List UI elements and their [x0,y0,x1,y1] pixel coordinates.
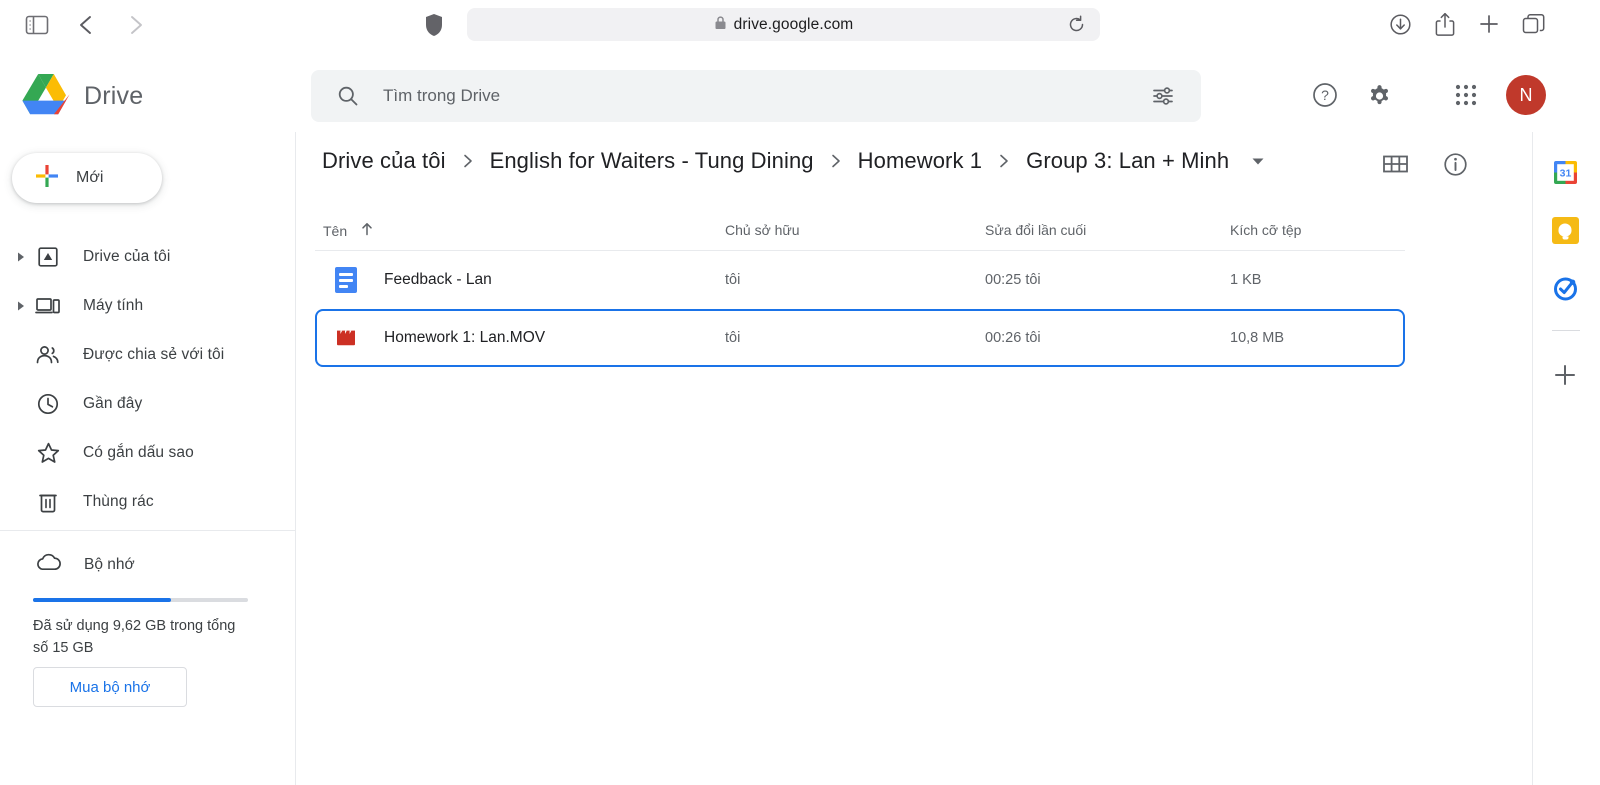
browser-toolbar: drive.google.com [0,0,1600,50]
column-header-modified[interactable]: Sửa đổi lần cuối [985,222,1086,238]
plus-multicolor-icon [34,163,60,194]
breadcrumb-item-course[interactable]: English for Waiters - Tung Dining [490,148,814,174]
file-modified: 00:25 tôi [985,272,1041,288]
storage-section-header[interactable]: Bộ nhớ [35,552,135,577]
google-tasks-icon[interactable] [1550,273,1580,303]
lock-icon [714,15,727,35]
help-icon[interactable]: ? [1310,80,1340,110]
forward-button[interactable] [122,11,148,39]
breadcrumb-item-root[interactable]: Drive của tôi [322,148,446,174]
sidebar-border [295,132,296,785]
google-keep-icon[interactable] [1550,215,1580,245]
google-calendar-icon[interactable]: 31 [1550,157,1580,187]
url-text: drive.google.com [733,15,854,33]
search-bar[interactable] [311,70,1403,122]
avatar[interactable]: N [1506,75,1546,115]
chevron-right-icon [998,153,1010,169]
tune-icon[interactable] [1151,84,1175,108]
new-button-label: Mới [76,169,104,186]
table-row[interactable]: Homework 1: Lan.MOV tôi 00:26 tôi 10,8 M… [315,309,1405,367]
add-app-icon[interactable] [1550,360,1580,390]
sidebar-item-starred[interactable]: Có gắn dấu sao [0,428,295,477]
computers-icon [35,293,61,319]
side-panel-divider [1552,330,1580,331]
sidebar: Mới Drive của tôi Máy tính Được chia sẻ … [0,132,295,785]
storage-usage-text: Đã sử dụng 9,62 GB trong tổng số 15 GB [33,618,236,656]
google-docs-icon [333,251,359,309]
sidebar-item-trash[interactable]: Thùng rác [0,477,295,526]
new-button[interactable]: Mới [12,153,162,203]
app-name: Drive [84,82,144,110]
side-panel-border [1532,132,1533,785]
breadcrumb-item-current[interactable]: Group 3: Lan + Minh [1026,148,1229,174]
sidebar-item-label: Được chia sẻ với tôi [83,345,225,363]
expand-arrow-icon[interactable] [14,250,28,264]
table-row[interactable]: Feedback - Lan tôi 00:25 tôi 1 KB [315,251,1405,309]
trash-icon [35,489,61,515]
apps-grid-icon[interactable] [1452,81,1480,109]
sidebar-item-label: Máy tính [83,296,144,314]
clock-icon [35,391,61,417]
back-button[interactable] [74,11,100,39]
shared-icon [35,342,61,368]
svg-text:?: ? [1321,87,1329,103]
chevron-right-icon [830,153,842,169]
search-icon [337,85,359,107]
file-list-header: Tên Chủ sở hữu Sửa đổi lần cuối Kích cỡ … [315,211,1405,251]
expand-arrow-icon[interactable] [14,299,28,313]
sidebar-item-computers[interactable]: Máy tính [0,281,295,330]
sidebar-item-label: Thùng rác [83,492,154,510]
file-owner: tôi [725,272,741,288]
cloud-icon [35,552,62,577]
storage-progress-fill [33,598,171,602]
file-name: Homework 1: Lan.MOV [384,329,546,346]
tab-overview-icon[interactable] [1521,12,1547,37]
file-name: Feedback - Lan [384,271,492,288]
chevron-down-icon[interactable] [1251,156,1265,166]
arrow-up-icon [361,222,373,239]
sidebar-item-label: Drive của tôi [83,247,171,265]
file-size: 1 KB [1230,272,1262,288]
gear-icon[interactable] [1364,80,1395,111]
address-bar[interactable]: drive.google.com [467,8,1100,41]
drive-logo-area[interactable]: Drive [22,72,143,121]
reload-icon[interactable] [1067,15,1086,34]
column-header-name-label: Tên [323,222,348,239]
new-tab-icon[interactable] [1477,12,1501,36]
sidebar-toggle-icon[interactable] [24,13,50,37]
column-header-name[interactable]: Tên [323,222,373,239]
sidebar-item-label: Có gắn dấu sao [83,443,194,461]
column-header-size[interactable]: Kích cỡ tệp [1230,222,1301,238]
file-list: Tên Chủ sở hữu Sửa đổi lần cuối Kích cỡ … [315,211,1405,367]
my-drive-icon [35,244,61,270]
grid-view-icon[interactable] [1382,152,1409,176]
search-input[interactable] [383,70,1403,122]
buy-storage-button[interactable]: Mua bộ nhớ [33,667,187,707]
video-file-icon [333,311,359,365]
file-modified: 00:26 tôi [985,330,1041,346]
share-icon[interactable] [1433,11,1457,38]
star-icon [35,440,61,466]
side-panel: 31 [1532,132,1600,785]
sidebar-item-my-drive[interactable]: Drive của tôi [0,232,295,281]
storage-label: Bộ nhớ [84,555,135,573]
file-owner: tôi [725,330,741,346]
sidebar-item-shared-with-me[interactable]: Được chia sẻ với tôi [0,330,295,379]
chevron-right-icon [462,153,474,169]
sidebar-item-label: Gần đây [83,394,143,412]
svg-text:31: 31 [1559,167,1571,179]
storage-progress-bar [33,598,248,602]
shield-icon[interactable] [423,12,445,38]
info-icon[interactable] [1442,151,1469,178]
sidebar-item-recent[interactable]: Gần đây [0,379,295,428]
column-header-owner[interactable]: Chủ sở hữu [725,222,800,238]
breadcrumb: Drive của tôi English for Waiters - Tung… [322,148,1265,174]
sidebar-nav: Drive của tôi Máy tính Được chia sẻ với … [0,232,295,526]
google-drive-logo [22,72,70,121]
breadcrumb-item-homework[interactable]: Homework 1 [858,148,982,174]
file-size: 10,8 MB [1230,330,1284,346]
download-icon[interactable] [1388,12,1413,37]
sidebar-divider [0,530,295,531]
